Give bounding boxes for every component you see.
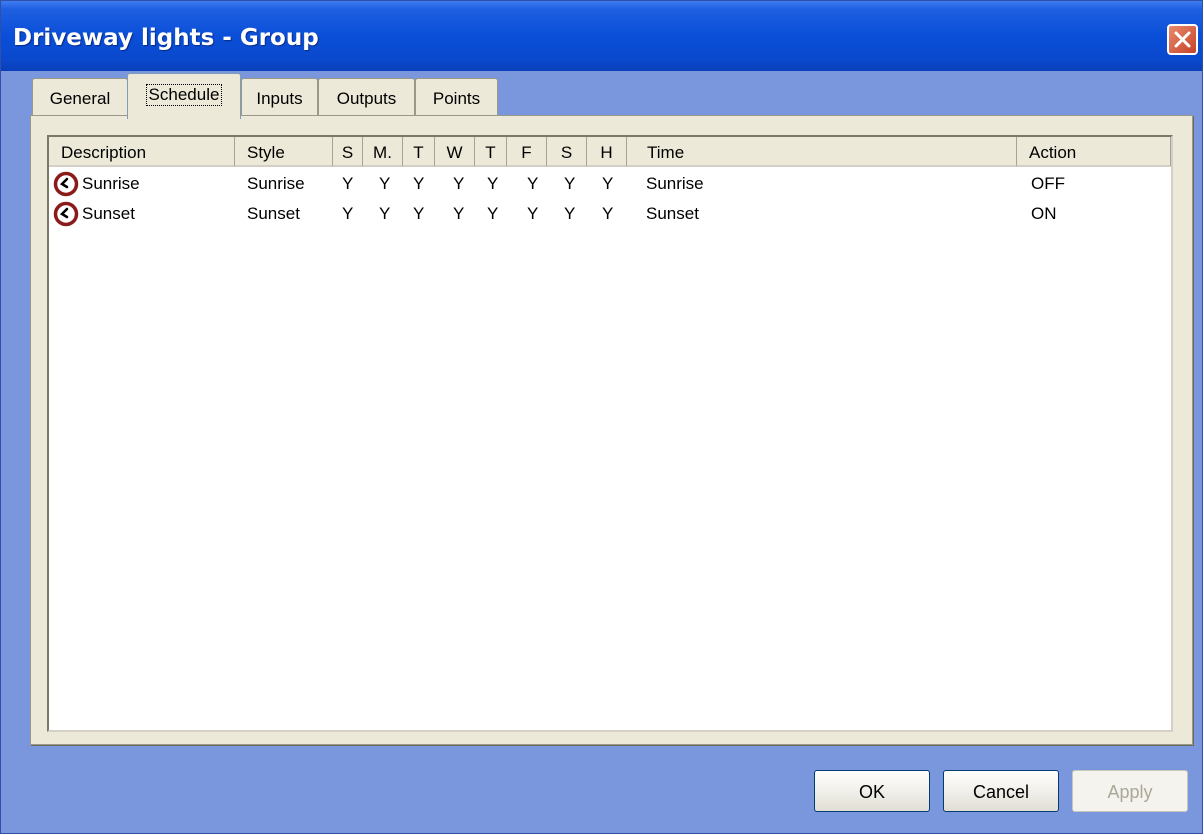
schedule-list[interactable]: Description Style S M. T W T F S H Time …: [47, 135, 1173, 732]
column-header-style[interactable]: Style: [235, 137, 333, 167]
day-cell: Y: [527, 204, 539, 223]
day-cell: Y: [487, 174, 499, 193]
list-header: Description Style S M. T W T F S H Time …: [49, 137, 1171, 167]
tab-general[interactable]: General: [32, 78, 128, 116]
action-cell: OFF: [1031, 174, 1065, 193]
day-cell: Y: [564, 204, 576, 223]
column-header-wednesday[interactable]: W: [435, 137, 475, 167]
close-icon: [1174, 31, 1191, 48]
style-cell: Sunset: [247, 204, 300, 223]
table-row[interactable]: Sunrise Sunrise Y Y Y Y Y Y Y Y Sunrise …: [49, 170, 1171, 200]
action-cell: ON: [1031, 204, 1057, 223]
schedule-panel: Description Style S M. T W T F S H Time …: [30, 115, 1193, 745]
day-cell: Y: [487, 204, 499, 223]
tab-label: Outputs: [336, 89, 397, 108]
tab-points[interactable]: Points: [415, 78, 498, 116]
description-cell: Sunrise: [82, 174, 140, 193]
column-header-action[interactable]: Action: [1017, 137, 1171, 167]
day-cell: Y: [453, 174, 465, 193]
tab-strip: General Schedule Inputs Outputs Points: [1, 71, 1202, 119]
day-cell: Y: [453, 204, 465, 223]
time-cell: Sunset: [646, 204, 699, 223]
tab-label: General: [49, 89, 111, 108]
day-cell: Y: [413, 204, 425, 223]
day-cell: Y: [602, 174, 614, 193]
dialog-window: Driveway lights - Group General Schedule…: [0, 0, 1203, 834]
day-cell: Y: [342, 174, 354, 193]
clock-icon: [53, 171, 79, 197]
day-cell: Y: [379, 174, 391, 193]
column-header-time[interactable]: Time: [627, 137, 1017, 167]
table-row[interactable]: Sunset Sunset Y Y Y Y Y Y Y Y Sunset ON: [49, 200, 1171, 230]
ok-button[interactable]: OK: [814, 770, 930, 812]
tab-inputs[interactable]: Inputs: [241, 78, 318, 116]
day-cell: Y: [379, 204, 391, 223]
column-header-holiday[interactable]: H: [587, 137, 627, 167]
day-cell: Y: [564, 174, 576, 193]
day-cell: Y: [527, 174, 539, 193]
tab-label: Inputs: [256, 89, 303, 108]
style-cell: Sunrise: [247, 174, 305, 193]
tab-label: Schedule: [145, 84, 223, 106]
description-cell: Sunset: [82, 204, 135, 223]
clock-icon: [53, 201, 79, 227]
tab-outputs[interactable]: Outputs: [318, 78, 415, 116]
title-bar[interactable]: Driveway lights - Group: [1, 1, 1202, 71]
window-title: Driveway lights - Group: [13, 25, 319, 51]
column-header-sunday[interactable]: S: [333, 137, 363, 167]
column-header-description[interactable]: Description: [49, 137, 235, 167]
day-cell: Y: [342, 204, 354, 223]
column-header-thursday[interactable]: T: [475, 137, 507, 167]
day-cell: Y: [602, 204, 614, 223]
close-button[interactable]: [1167, 24, 1198, 55]
tab-label: Points: [432, 89, 481, 108]
column-header-friday[interactable]: F: [507, 137, 547, 167]
day-cell: Y: [413, 174, 425, 193]
column-header-tuesday[interactable]: T: [403, 137, 435, 167]
cancel-button[interactable]: Cancel: [943, 770, 1059, 812]
time-cell: Sunrise: [646, 174, 704, 193]
apply-button[interactable]: Apply: [1072, 770, 1188, 812]
column-header-monday[interactable]: M.: [363, 137, 403, 167]
column-header-saturday[interactable]: S: [547, 137, 587, 167]
tab-schedule[interactable]: Schedule: [127, 73, 241, 119]
